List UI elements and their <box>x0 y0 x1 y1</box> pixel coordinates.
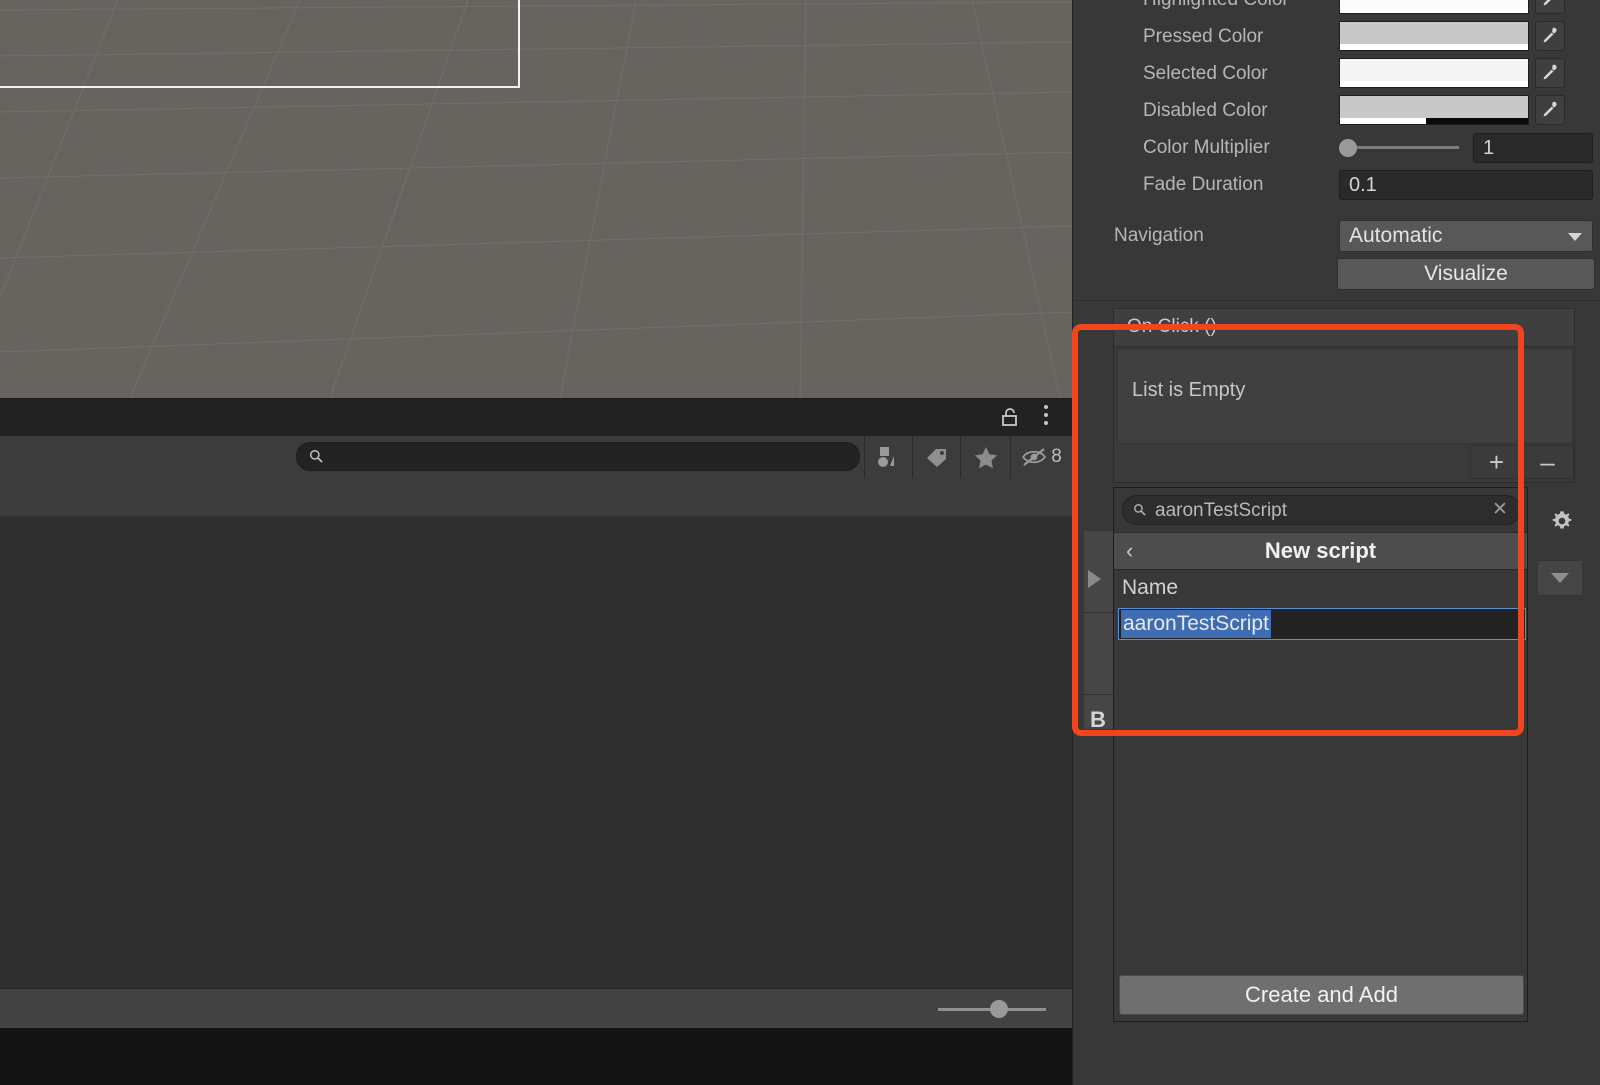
inspector-row-pressed-color: Pressed Color <box>1073 19 1600 56</box>
highlighted-color-eyedropper[interactable] <box>1535 0 1565 14</box>
on-click-header: On Click () <box>1114 309 1574 347</box>
scene-view-viewport[interactable] <box>0 0 1072 398</box>
highlighted-color-alpha <box>1340 7 1528 13</box>
pressed-color-eyedropper[interactable] <box>1535 21 1565 51</box>
foldout-triangle-icon[interactable] <box>1088 570 1101 588</box>
tag-filter-icon <box>926 449 946 467</box>
clear-x-icon[interactable]: ✕ <box>1490 500 1510 520</box>
hidden-objects-icon <box>1022 448 1047 466</box>
disabled-color-eyedropper[interactable] <box>1535 95 1565 125</box>
hierarchy-column-header <box>0 478 1072 517</box>
fade-duration-value[interactable]: 0.1 <box>1339 170 1593 200</box>
hierarchy-search-box[interactable] <box>296 442 860 472</box>
hierarchy-content-area[interactable] <box>0 516 1072 988</box>
add-event-button[interactable]: + <box>1471 446 1522 478</box>
pressed-color-alpha <box>1340 44 1528 50</box>
unity-editor-window: 8 Highlighted Color <box>0 0 1600 1085</box>
color-multiplier-knob[interactable] <box>1339 139 1357 157</box>
tag-filter-button[interactable] <box>912 436 960 478</box>
pressed-color-field[interactable] <box>1339 21 1529 51</box>
shapes-filter-button[interactable] <box>864 436 912 478</box>
color-multiplier-track <box>1345 146 1459 149</box>
component-settings-button[interactable] <box>1545 504 1579 538</box>
partial-component-label: B <box>1090 707 1106 732</box>
inspector-row-selected-color: Selected Color <box>1073 56 1600 93</box>
disabled-color-swatch <box>1340 96 1528 118</box>
fade-duration-label: Fade Duration <box>1143 174 1264 195</box>
eyedropper-icon <box>1543 0 1551 6</box>
chevron-down-icon <box>1551 573 1569 583</box>
selected-color-swatch <box>1340 59 1528 81</box>
disabled-color-label: Disabled Color <box>1143 100 1268 121</box>
popup-title: New script <box>1264 538 1377 563</box>
inspector-row-disabled-color: Disabled Color <box>1073 93 1600 130</box>
inspector-separator <box>1073 300 1600 301</box>
highlighted-color-label: Highlighted Color <box>1143 0 1289 11</box>
hierarchy-footer <box>0 988 1072 1029</box>
hierarchy-search-input[interactable] <box>331 443 845 472</box>
eyedropper-icon <box>1543 64 1557 80</box>
color-multiplier-slider[interactable] <box>1339 139 1461 157</box>
inspector-row-highlighted-color: Highlighted Color <box>1073 0 1600 19</box>
inspector-row-fade-duration: Fade Duration 0.1 <box>1073 167 1600 204</box>
on-click-list-controls: + – <box>1470 445 1574 479</box>
color-multiplier-value[interactable]: 1 <box>1473 133 1593 163</box>
selected-color-field[interactable] <box>1339 58 1529 88</box>
popup-title-bar: ‹ New script <box>1114 532 1527 570</box>
disabled-color-alpha <box>1340 118 1528 124</box>
status-bar <box>0 1028 1072 1085</box>
highlighted-color-swatch <box>1340 0 1528 7</box>
on-click-list[interactable]: List is Empty <box>1117 348 1573 444</box>
scene-selection-outline <box>0 0 520 88</box>
pressed-color-label: Pressed Color <box>1143 26 1264 47</box>
color-multiplier-label: Color Multiplier <box>1143 137 1270 158</box>
create-and-add-button[interactable]: Create and Add <box>1119 975 1524 1015</box>
navigation-dropdown-value: Automatic <box>1349 224 1443 247</box>
selected-color-label: Selected Color <box>1143 63 1268 84</box>
zoom-slider-knob[interactable] <box>990 1000 1008 1018</box>
favorites-star-icon <box>974 446 997 468</box>
selected-color-eyedropper[interactable] <box>1535 58 1565 88</box>
kebab-menu-icon[interactable] <box>1038 405 1054 429</box>
hidden-objects-button[interactable]: 8 <box>1010 436 1072 478</box>
eyedropper-icon <box>1543 101 1557 117</box>
hierarchy-toolbar: 8 <box>0 436 1072 479</box>
on-click-empty-label: List is Empty <box>1132 379 1246 401</box>
search-icon <box>309 449 323 463</box>
popup-search-input[interactable] <box>1153 496 1487 526</box>
search-icon <box>1134 504 1146 516</box>
inspector-row-navigation: Navigation Automatic <box>1073 218 1600 255</box>
disabled-color-field[interactable] <box>1339 95 1529 125</box>
eyedropper-icon <box>1543 27 1557 43</box>
inspector-row-color-multiplier: Color Multiplier 1 <box>1073 130 1600 167</box>
lock-open-icon[interactable] <box>1000 407 1020 427</box>
script-name-label: Name <box>1122 576 1179 599</box>
inspector-collapse-button[interactable] <box>1537 560 1583 596</box>
hierarchy-titlebar <box>0 398 1072 437</box>
hidden-objects-count: 8 <box>1051 446 1062 467</box>
script-name-input[interactable]: aaronTestScript <box>1118 608 1526 640</box>
favorites-button[interactable] <box>960 436 1010 478</box>
popup-search-box[interactable]: ✕ <box>1122 495 1521 526</box>
selected-color-alpha <box>1340 81 1528 87</box>
add-component-new-script-popup: ✕ ‹ New script Name aaronTestScript Crea… <box>1113 487 1528 1022</box>
remove-event-button[interactable]: – <box>1522 446 1573 478</box>
pressed-color-swatch <box>1340 22 1528 44</box>
visualize-button[interactable]: Visualize <box>1337 258 1595 290</box>
navigation-dropdown[interactable]: Automatic <box>1339 220 1593 252</box>
shapes-filter-icon <box>877 447 894 467</box>
script-name-value: aaronTestScript <box>1121 610 1271 638</box>
highlighted-color-field[interactable] <box>1339 0 1529 14</box>
gear-icon <box>1552 511 1572 529</box>
zoom-slider[interactable] <box>938 1000 1046 1018</box>
chevron-down-icon <box>1568 233 1582 241</box>
navigation-label: Navigation <box>1114 225 1204 246</box>
on-click-event-group: On Click () List is Empty + – <box>1113 308 1575 483</box>
